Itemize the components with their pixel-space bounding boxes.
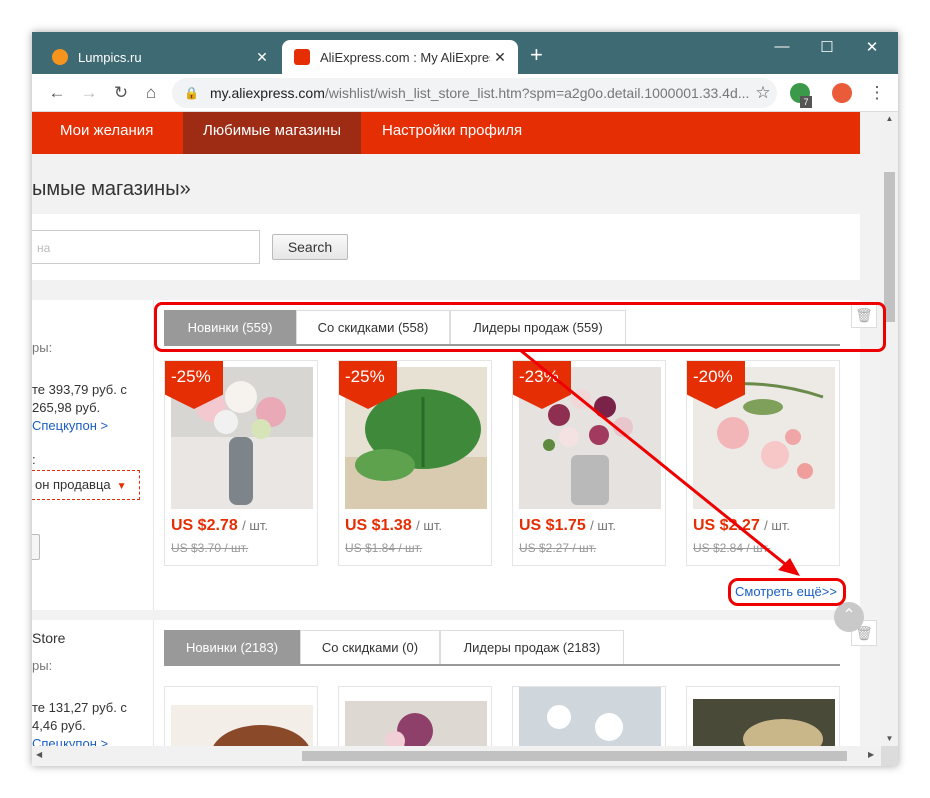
product-price: US $2.27 / шт. — [693, 517, 790, 534]
store-rating-label: ры: — [32, 658, 53, 673]
aliexpress-favicon-icon — [294, 49, 310, 65]
title-bar: Lumpics.ru ✕ AliExpress.com : My AliExpr… — [32, 32, 898, 74]
old-price: US $3.70 / шт. — [171, 541, 249, 555]
product-image[interactable] — [345, 701, 487, 746]
scroll-to-top-button[interactable]: ⌃ — [834, 602, 864, 632]
scrollbar-corner — [881, 746, 898, 766]
close-tab-icon[interactable]: ✕ — [490, 49, 510, 66]
coupon-amount: 265,98 руб. — [32, 400, 101, 415]
store-name[interactable]: Store — [32, 630, 65, 646]
product-price: US $1.38 / шт. — [345, 517, 442, 534]
close-tab-icon[interactable]: ✕ — [252, 49, 272, 66]
profile-extension-icon[interactable] — [832, 83, 852, 103]
browser-window: Lumpics.ru ✕ AliExpress.com : My AliExpr… — [32, 32, 898, 766]
store-card: Store ры: те 131,27 руб. с 4,46 руб. Спе… — [32, 620, 877, 746]
store-info: Store ры: те 131,27 руб. с 4,46 руб. Спе… — [32, 620, 154, 746]
extension-badge: 7 — [800, 96, 812, 108]
lock-icon: 🔒 — [184, 86, 199, 100]
special-coupon-link[interactable]: Спецкупон > — [32, 736, 108, 746]
seller-coupon-dropdown[interactable]: он продавца ▼ — [32, 470, 140, 500]
scrollbar-thumb[interactable] — [884, 172, 895, 322]
tab-bestsellers[interactable]: Лидеры продаж (2183) — [440, 630, 624, 664]
old-price: US $2.84 / шт. — [693, 541, 771, 555]
product-image[interactable] — [693, 699, 835, 746]
tab-title: AliExpress.com : My AliExpress — [320, 49, 490, 65]
address-bar[interactable]: 🔒 my.aliexpress.com/wishlist/wish_list_s… — [172, 78, 777, 108]
product-image[interactable] — [171, 705, 313, 746]
minimize-button[interactable]: — — [762, 38, 802, 55]
scrollbar-thumb[interactable] — [302, 751, 847, 761]
new-tab-button[interactable]: + — [530, 44, 543, 66]
tab-aliexpress[interactable]: AliExpress.com : My AliExpress ✕ — [282, 40, 518, 74]
tab-title: Lumpics.ru — [78, 49, 142, 65]
close-window-button[interactable]: ✕ — [852, 38, 892, 56]
forward-icon[interactable]: → — [78, 82, 100, 104]
old-price: US $1.84 / шт. — [345, 541, 423, 555]
coupon-condition: те 393,79 руб. с — [32, 382, 127, 397]
nav-item-profile-settings[interactable]: Настройки профиля — [382, 112, 522, 154]
scroll-right-arrow-icon[interactable]: ▶ — [868, 750, 874, 759]
coupon-label: : — [32, 452, 36, 467]
tab-new[interactable]: Новинки (2183) — [164, 630, 300, 664]
product-card[interactable] — [512, 686, 666, 746]
page-viewport: Мои желания Любимые магазины Настройки п… — [32, 112, 881, 746]
product-price: US $1.75 / шт. — [519, 517, 616, 534]
product-card[interactable]: -20% US $2.27 / шт. US $2.84 / шт. — [686, 360, 840, 566]
coupon-condition: те 131,27 руб. с — [32, 700, 127, 715]
product-card[interactable] — [164, 686, 318, 746]
coupon-amount: 4,46 руб. — [32, 718, 86, 733]
vertical-scrollbar[interactable]: ▲ ▼ — [881, 112, 898, 746]
product-tabs: Новинки (2183) Со скидками (0) Лидеры пр… — [164, 630, 840, 666]
page-header: ымые магазины» — [32, 154, 860, 214]
product-card[interactable]: -25% US $2.78 / шт. US $3.70 / шт. — [164, 360, 318, 566]
scroll-down-arrow-icon[interactable]: ▼ — [881, 734, 898, 743]
menu-kebab-icon[interactable]: ⋮ — [866, 82, 888, 104]
product-card[interactable]: -25% US $1.38 / шт. US $1.84 / шт. — [338, 360, 492, 566]
lumpics-favicon-icon — [52, 49, 68, 65]
search-button[interactable]: Search — [272, 234, 348, 260]
page-title: ымые магазины» — [32, 178, 191, 200]
back-icon[interactable]: ← — [46, 82, 68, 104]
store-info: ры: те 393,79 руб. с 265,98 руб. Спецкуп… — [32, 300, 154, 610]
store-search-input[interactable]: на — [32, 230, 260, 264]
horizontal-scrollbar[interactable]: ◀ ▶ — [32, 746, 898, 766]
account-nav: Мои желания Любимые магазины Настройки п… — [32, 112, 860, 154]
store-action-button[interactable] — [32, 534, 40, 560]
nav-item-wishlist[interactable]: Мои желания — [60, 112, 153, 154]
tab-lumpics[interactable]: Lumpics.ru ✕ — [40, 40, 280, 74]
scroll-left-arrow-icon[interactable]: ◀ — [36, 750, 42, 759]
url-text: my.aliexpress.com/wishlist/wish_list_sto… — [210, 85, 749, 101]
bookmark-star-icon[interactable]: ☆ — [749, 83, 777, 103]
product-card[interactable] — [338, 686, 492, 746]
tab-discounts[interactable]: Со скидками (0) — [300, 630, 440, 664]
old-price: US $2.27 / шт. — [519, 541, 597, 555]
annotation-more-highlight — [728, 578, 846, 606]
product-card[interactable] — [686, 686, 840, 746]
annotation-tabs-highlight — [154, 302, 886, 352]
product-price: US $2.78 / шт. — [171, 517, 268, 534]
special-coupon-link[interactable]: Спецкупон > — [32, 418, 108, 433]
scroll-up-arrow-icon[interactable]: ▲ — [881, 114, 898, 123]
search-row: на Search — [32, 214, 860, 280]
browser-toolbar: ← → ↻ ⌂ 🔒 my.aliexpress.com/wishlist/wis… — [32, 74, 898, 112]
home-icon[interactable]: ⌂ — [140, 82, 162, 104]
product-image[interactable] — [519, 687, 661, 746]
store-rating-label: ры: — [32, 340, 53, 355]
reload-icon[interactable]: ↻ — [110, 82, 132, 104]
chevron-down-icon: ▼ — [116, 481, 127, 492]
maximize-button[interactable]: ☐ — [807, 38, 847, 56]
product-card[interactable]: -23% US $1.75 / шт. US $2.27 / шт. — [512, 360, 666, 566]
nav-item-favorite-stores[interactable]: Любимые магазины — [183, 112, 361, 154]
